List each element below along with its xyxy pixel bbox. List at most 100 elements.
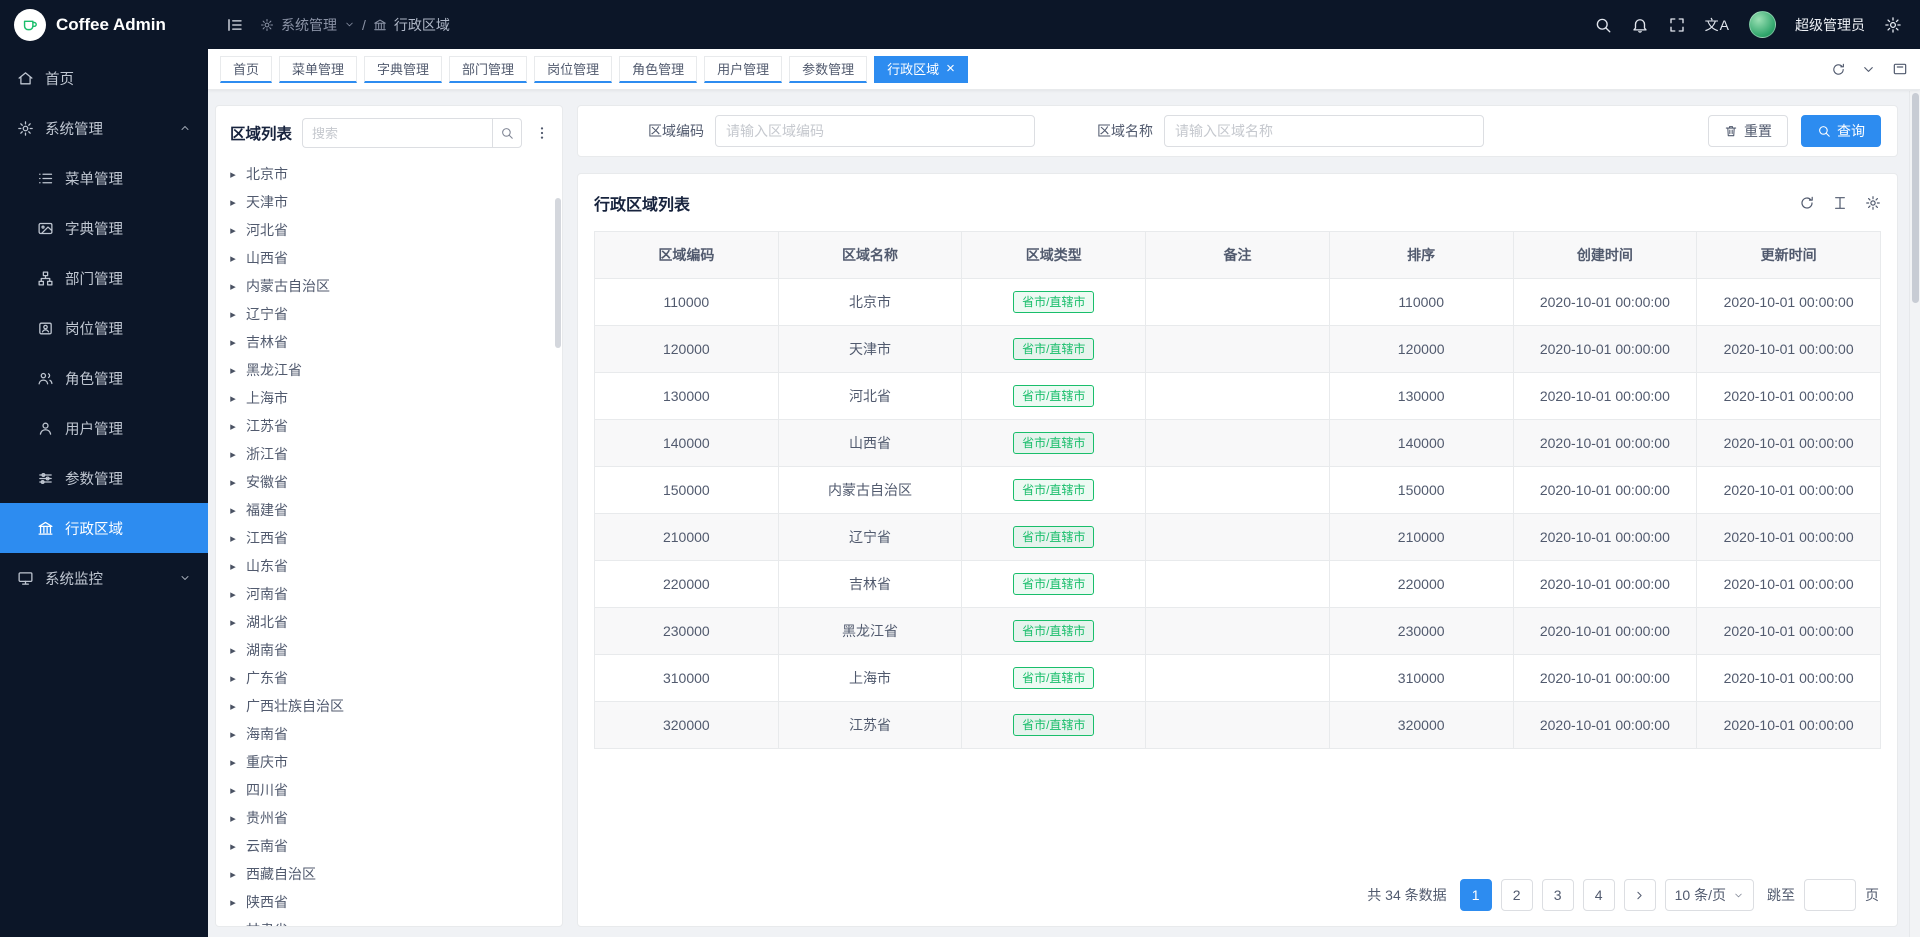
table-row[interactable]: 210000 辽宁省 省市/直辖市 210000 2020-10-01 00:0…: [595, 514, 1881, 561]
tab[interactable]: 岗位管理 ×: [534, 56, 612, 83]
column-header[interactable]: 备注: [1146, 232, 1330, 279]
tree-item[interactable]: ▸ 浙江省: [228, 440, 554, 468]
tree-item[interactable]: ▸ 山西省: [228, 244, 554, 272]
tree-item[interactable]: ▸ 吉林省: [228, 328, 554, 356]
caret-right-icon[interactable]: ▸: [228, 616, 238, 629]
fullscreen-icon[interactable]: [1668, 16, 1686, 34]
caret-right-icon[interactable]: ▸: [228, 924, 238, 927]
refresh-icon[interactable]: [1799, 195, 1815, 211]
tree-scrollbar-thumb[interactable]: [555, 198, 561, 348]
table-row[interactable]: 110000 北京市 省市/直辖市 110000 2020-10-01 00:0…: [595, 279, 1881, 326]
tree-item[interactable]: ▸ 云南省: [228, 832, 554, 860]
tree-item[interactable]: ▸ 上海市: [228, 384, 554, 412]
tree-item[interactable]: ▸ 甘肃省: [228, 916, 554, 926]
caret-right-icon[interactable]: ▸: [228, 868, 238, 881]
table-row[interactable]: 140000 山西省 省市/直辖市 140000 2020-10-01 00:0…: [595, 420, 1881, 467]
tab[interactable]: 字典管理 ×: [364, 56, 442, 83]
sidebar-item-dict-mgmt[interactable]: 字典管理: [0, 203, 208, 253]
tree-item[interactable]: ▸ 重庆市: [228, 748, 554, 776]
sidebar-item-dept-mgmt[interactable]: 部门管理: [0, 253, 208, 303]
jump-page-input[interactable]: [1804, 879, 1856, 911]
caret-right-icon[interactable]: ▸: [228, 672, 238, 685]
tree-item[interactable]: ▸ 天津市: [228, 188, 554, 216]
caret-right-icon[interactable]: ▸: [228, 476, 238, 489]
table-row[interactable]: 130000 河北省 省市/直辖市 130000 2020-10-01 00:0…: [595, 373, 1881, 420]
tree-item[interactable]: ▸ 西藏自治区: [228, 860, 554, 888]
reset-button[interactable]: 重置: [1708, 115, 1788, 147]
caret-right-icon[interactable]: ▸: [228, 728, 238, 741]
table-row[interactable]: 320000 江苏省 省市/直辖市 320000 2020-10-01 00:0…: [595, 702, 1881, 749]
tree-item[interactable]: ▸ 四川省: [228, 776, 554, 804]
sidebar-item-home[interactable]: 首页: [0, 53, 208, 103]
table-row[interactable]: 230000 黑龙江省 省市/直辖市 230000 2020-10-01 00:…: [595, 608, 1881, 655]
page-button[interactable]: 4: [1583, 879, 1615, 911]
caret-right-icon[interactable]: ▸: [228, 504, 238, 517]
tree-item[interactable]: ▸ 安徽省: [228, 468, 554, 496]
export-icon[interactable]: [1832, 195, 1848, 211]
caret-right-icon[interactable]: ▸: [228, 336, 238, 349]
tree-item[interactable]: ▸ 广东省: [228, 664, 554, 692]
table-row[interactable]: 220000 吉林省 省市/直辖市 220000 2020-10-01 00:0…: [595, 561, 1881, 608]
query-button[interactable]: 查询: [1801, 115, 1881, 147]
caret-right-icon[interactable]: ▸: [228, 392, 238, 405]
tree-item[interactable]: ▸ 江苏省: [228, 412, 554, 440]
tree-item[interactable]: ▸ 山东省: [228, 552, 554, 580]
next-page-button[interactable]: [1624, 879, 1656, 911]
table-row[interactable]: 120000 天津市 省市/直辖市 120000 2020-10-01 00:0…: [595, 326, 1881, 373]
caret-right-icon[interactable]: ▸: [228, 308, 238, 321]
tab[interactable]: 参数管理 ×: [789, 56, 867, 83]
caret-right-icon[interactable]: ▸: [228, 588, 238, 601]
caret-right-icon[interactable]: ▸: [228, 224, 238, 237]
caret-right-icon[interactable]: ▸: [228, 168, 238, 181]
search-icon[interactable]: [1594, 16, 1612, 34]
breadcrumb-system[interactable]: 系统管理: [281, 15, 337, 35]
avatar[interactable]: [1749, 11, 1776, 38]
column-header[interactable]: 创建时间: [1513, 232, 1697, 279]
table-row[interactable]: 150000 内蒙古自治区 省市/直辖市 150000 2020-10-01 0…: [595, 467, 1881, 514]
tree-item[interactable]: ▸ 河南省: [228, 580, 554, 608]
sidebar-item-menu-mgmt[interactable]: 菜单管理: [0, 153, 208, 203]
user-name[interactable]: 超级管理员: [1795, 15, 1865, 35]
close-icon[interactable]: ×: [946, 61, 955, 76]
caret-right-icon[interactable]: ▸: [228, 420, 238, 433]
caret-right-icon[interactable]: ▸: [228, 280, 238, 293]
tree-item[interactable]: ▸ 海南省: [228, 720, 554, 748]
table-row[interactable]: 310000 上海市 省市/直辖市 310000 2020-10-01 00:0…: [595, 655, 1881, 702]
caret-right-icon[interactable]: ▸: [228, 560, 238, 573]
bell-icon[interactable]: [1631, 16, 1649, 34]
caret-right-icon[interactable]: ▸: [228, 700, 238, 713]
region-code-input[interactable]: [715, 115, 1035, 147]
settings-gear-icon[interactable]: [1884, 16, 1902, 34]
refresh-icon[interactable]: [1831, 62, 1846, 77]
sidebar-item-role-mgmt[interactable]: 角色管理: [0, 353, 208, 403]
tree-item[interactable]: ▸ 内蒙古自治区: [228, 272, 554, 300]
page-button[interactable]: 1: [1460, 879, 1492, 911]
sidebar-item-system[interactable]: 系统管理: [0, 103, 208, 153]
chevron-down-icon[interactable]: [1861, 62, 1876, 77]
column-settings-icon[interactable]: [1865, 195, 1881, 211]
tab[interactable]: 行政区域 ×: [874, 56, 968, 83]
tab[interactable]: 菜单管理 ×: [279, 56, 357, 83]
region-search-input[interactable]: [302, 118, 492, 148]
caret-right-icon[interactable]: ▸: [228, 756, 238, 769]
caret-right-icon[interactable]: ▸: [228, 252, 238, 265]
tree-item[interactable]: ▸ 黑龙江省: [228, 356, 554, 384]
caret-right-icon[interactable]: ▸: [228, 812, 238, 825]
caret-right-icon[interactable]: ▸: [228, 532, 238, 545]
collapse-sidebar-icon[interactable]: [226, 16, 244, 34]
tree-item[interactable]: ▸ 广西壮族自治区: [228, 692, 554, 720]
caret-right-icon[interactable]: ▸: [228, 364, 238, 377]
window-scrollbar-thumb[interactable]: [1912, 93, 1919, 303]
tree-item[interactable]: ▸ 北京市: [228, 160, 554, 188]
column-header[interactable]: 区域类型: [962, 232, 1146, 279]
sidebar-item-monitor[interactable]: 系统监控: [0, 553, 208, 603]
translate-icon[interactable]: 文A: [1705, 15, 1730, 35]
more-options-icon[interactable]: [532, 123, 552, 143]
sidebar-item-param-mgmt[interactable]: 参数管理: [0, 453, 208, 503]
tree-item[interactable]: ▸ 陕西省: [228, 888, 554, 916]
region-name-input[interactable]: [1164, 115, 1484, 147]
caret-right-icon[interactable]: ▸: [228, 896, 238, 909]
page-size-select[interactable]: 10 条/页: [1665, 879, 1754, 911]
sidebar-item-region[interactable]: 行政区域: [0, 503, 208, 553]
page-button[interactable]: 3: [1542, 879, 1574, 911]
